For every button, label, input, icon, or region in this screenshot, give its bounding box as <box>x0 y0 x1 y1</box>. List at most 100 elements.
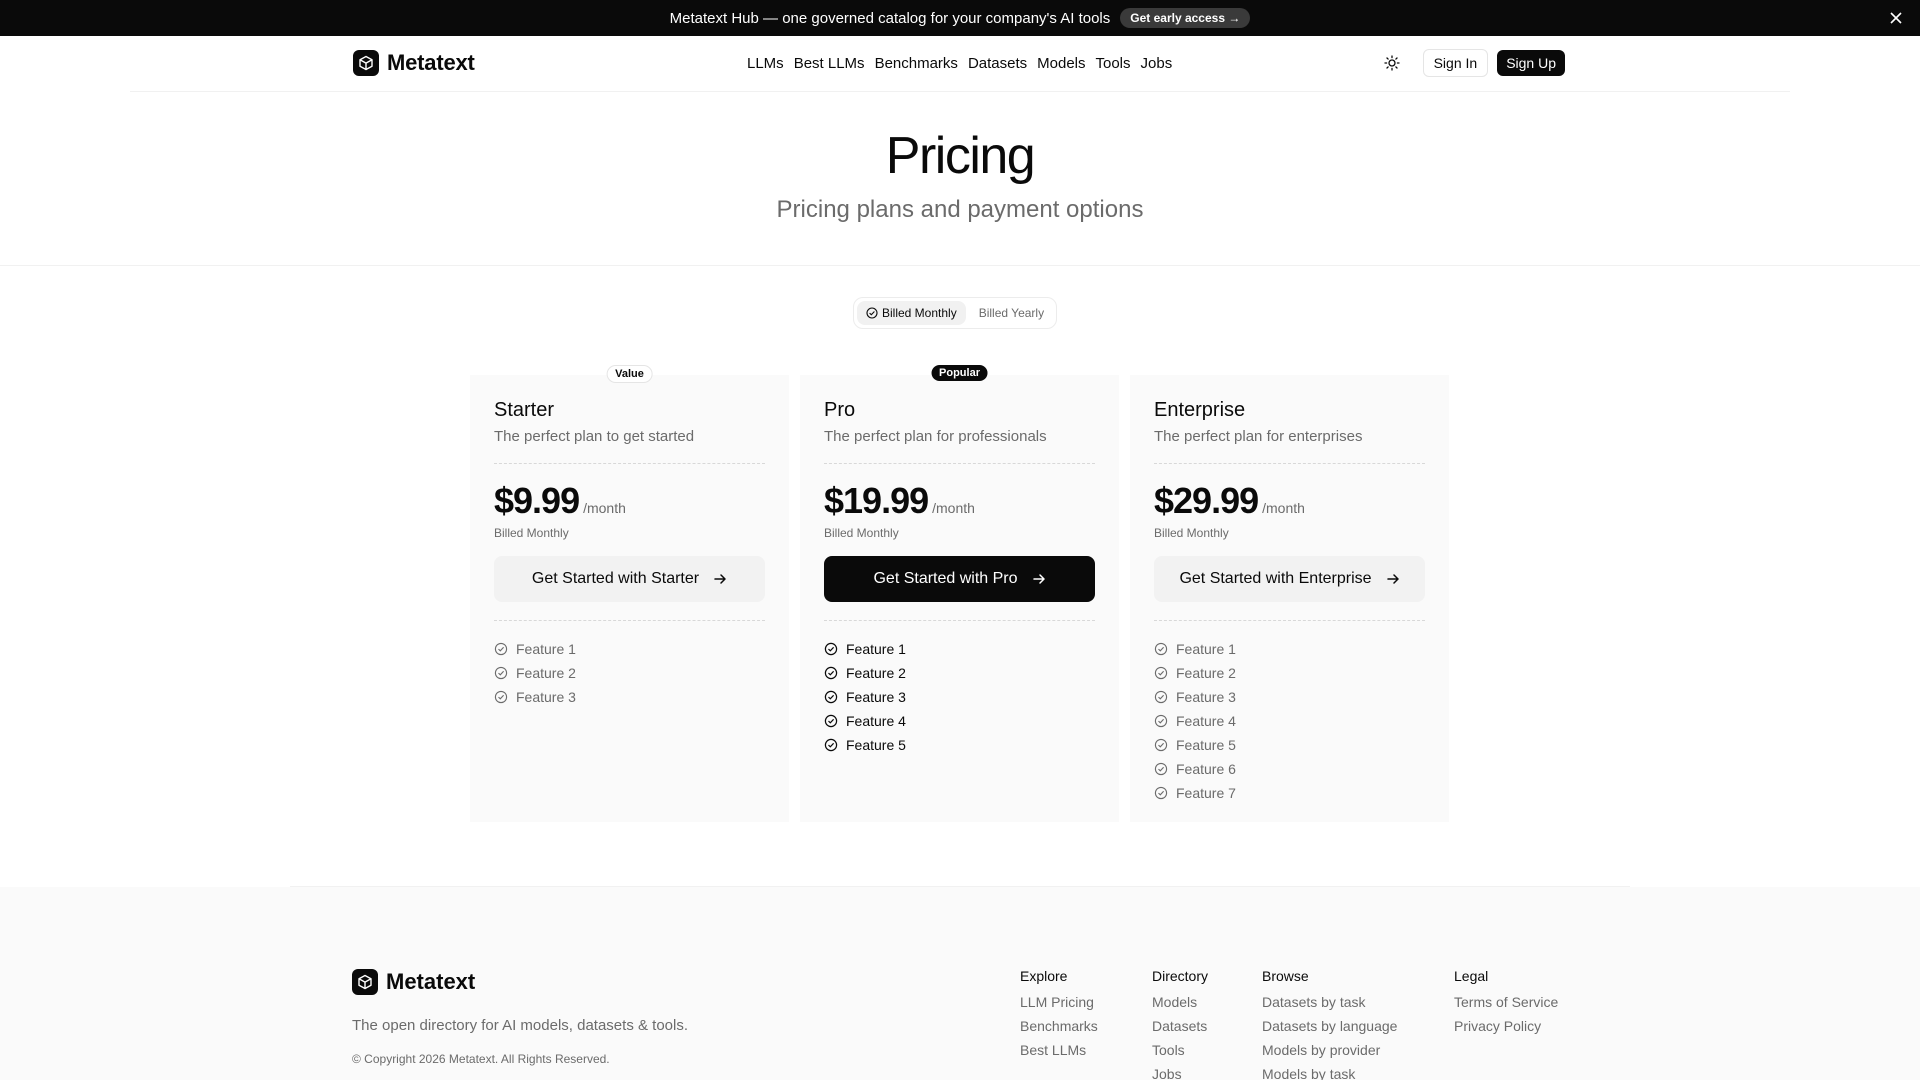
early-access-button[interactable]: Get early access → <box>1120 8 1251 28</box>
list-item: Feature 4 <box>824 709 1095 733</box>
footer-column-heading: Legal <box>1454 968 1489 984</box>
list-item: Feature 2 <box>494 661 765 685</box>
plan-name: Starter <box>494 399 555 421</box>
check-circle-icon <box>1154 714 1168 728</box>
page-title: Pricing <box>885 127 1036 185</box>
footer-link[interactable]: Datasets by task <box>1262 990 1397 1014</box>
footer-link[interactable]: Datasets by language <box>1262 1014 1397 1038</box>
feature-text: Feature 4 <box>846 713 906 729</box>
footer-link[interactable]: Datasets <box>1152 1014 1208 1038</box>
footer-link[interactable]: Best LLMs <box>1020 1038 1098 1062</box>
divider <box>494 620 765 621</box>
footer-link[interactable]: Tools <box>1152 1038 1208 1062</box>
plan-description: The perfect plan for professionals <box>824 428 1047 445</box>
footer-tagline: The open directory for AI models, datase… <box>352 1017 689 1034</box>
footer-brand-logo[interactable]: Metatext <box>352 969 475 995</box>
feature-text: Feature 7 <box>1176 785 1236 801</box>
billed-monthly-label: Billed Monthly <box>882 306 957 320</box>
list-item: Feature 5 <box>1154 733 1425 757</box>
list-item: Feature 1 <box>494 637 765 661</box>
footer: Metatext The open directory for AI model… <box>290 886 1630 1080</box>
footer-link[interactable]: Models <box>1152 990 1208 1014</box>
billed-monthly-option[interactable]: Billed Monthly <box>857 301 966 325</box>
footer-link[interactable]: Models by provider <box>1262 1038 1397 1062</box>
feature-text: Feature 3 <box>846 689 906 705</box>
nav-link-tools[interactable]: Tools <box>1096 55 1131 72</box>
plan-period: /month <box>932 500 975 516</box>
footer-column-heading: Explore <box>1020 968 1068 984</box>
list-item: Feature 1 <box>824 637 1095 661</box>
price-row: $29.99 /month <box>1154 480 1425 522</box>
nav-link-datasets[interactable]: Datasets <box>968 55 1027 72</box>
footer-link[interactable]: Terms of Service <box>1454 990 1558 1014</box>
feature-text: Feature 5 <box>1176 737 1236 753</box>
plan-card-enterprise: Enterprise The perfect plan for enterpri… <box>1130 375 1449 822</box>
billed-yearly-option[interactable]: Billed Yearly <box>970 301 1053 325</box>
plan-period: /month <box>1262 500 1305 516</box>
cube-icon <box>352 969 378 995</box>
announcement-bar: Metatext Hub — one governed catalog for … <box>0 0 1920 36</box>
billing-note: Billed Monthly <box>1154 526 1229 540</box>
footer-link[interactable]: Privacy Policy <box>1454 1014 1558 1038</box>
footer-link[interactable]: Jobs <box>1152 1062 1208 1080</box>
feature-text: Feature 3 <box>1176 689 1236 705</box>
footer-column-heading: Directory <box>1152 968 1209 984</box>
footer-column-explore: Explore LLM Pricing Benchmarks Best LLMs <box>1020 968 1098 1062</box>
list-item: Feature 6 <box>1154 757 1425 781</box>
plan-description: The perfect plan for enterprises <box>1154 428 1363 445</box>
check-circle-icon <box>1154 786 1168 800</box>
pricing-hero: Pricing Pricing plans and payment option… <box>0 92 1920 266</box>
list-item: Feature 4 <box>1154 709 1425 733</box>
brand-logo[interactable]: Metatext <box>353 50 475 76</box>
arrow-right-icon <box>1032 574 1045 584</box>
plan-period: /month <box>583 500 626 516</box>
list-item: Feature 5 <box>824 733 1095 757</box>
footer-link[interactable]: Models by task <box>1262 1062 1397 1080</box>
cube-icon <box>353 50 379 76</box>
check-circle-icon <box>824 690 838 704</box>
feature-text: Feature 1 <box>846 641 906 657</box>
footer-link[interactable]: LLM Pricing <box>1020 990 1098 1014</box>
footer-column-browse: Browse Datasets by task Datasets by lang… <box>1262 968 1397 1080</box>
sun-icon[interactable] <box>1378 49 1406 77</box>
brand-name: Metatext <box>387 50 475 75</box>
list-item: Feature 3 <box>824 685 1095 709</box>
close-icon[interactable] <box>1886 8 1906 28</box>
check-circle-icon <box>824 666 838 680</box>
check-circle-icon <box>1154 642 1168 656</box>
check-circle-icon <box>1154 666 1168 680</box>
check-circle-icon <box>494 666 508 680</box>
list-item: Feature 2 <box>1154 661 1425 685</box>
feature-list: Feature 1 Feature 2 Feature 3 Feature 4 … <box>1154 637 1425 805</box>
sign-in-button[interactable]: Sign In <box>1422 49 1489 77</box>
price-row: $19.99 /month <box>824 480 1095 522</box>
nav-link-best-llms[interactable]: Best LLMs <box>794 55 865 72</box>
footer-link[interactable]: Benchmarks <box>1020 1014 1098 1038</box>
check-circle-icon <box>494 690 508 704</box>
check-circle-icon <box>824 738 838 752</box>
feature-text: Feature 2 <box>516 665 576 681</box>
cta-label: Get Started with Pro <box>873 570 1018 587</box>
billing-toggle: Billed Monthly Billed Yearly <box>853 297 1058 329</box>
plan-card-starter: Value Starter The perfect plan to get st… <box>470 365 789 822</box>
arrow-right-icon <box>714 574 726 584</box>
footer-column-legal: Legal Terms of Service Privacy Policy <box>1454 968 1558 1038</box>
get-started-starter-button[interactable]: Get Started with Starter <box>494 556 765 602</box>
nav-link-jobs[interactable]: Jobs <box>1141 55 1173 72</box>
nav-link-models[interactable]: Models <box>1037 55 1085 72</box>
value-badge: Value <box>606 365 653 383</box>
nav-link-llms[interactable]: LLMs <box>747 55 784 72</box>
feature-text: Feature 6 <box>1176 761 1236 777</box>
feature-text: Feature 4 <box>1176 713 1236 729</box>
nav-link-benchmarks[interactable]: Benchmarks <box>875 55 958 72</box>
get-started-enterprise-button[interactable]: Get Started with Enterprise <box>1154 556 1425 602</box>
top-nav: Metatext LLMs Best LLMs Benchmarks Datas… <box>130 36 1790 92</box>
get-started-pro-button[interactable]: Get Started with Pro <box>824 556 1095 602</box>
footer-brand-name: Metatext <box>386 969 476 994</box>
nav-links: LLMs Best LLMs Benchmarks Datasets Model… <box>747 55 1172 72</box>
feature-text: Feature 2 <box>1176 665 1236 681</box>
plan-description: The perfect plan to get started <box>494 428 695 445</box>
feature-text: Feature 1 <box>516 641 576 657</box>
feature-text: Feature 2 <box>846 665 906 681</box>
sign-up-button[interactable]: Sign Up <box>1497 50 1565 76</box>
